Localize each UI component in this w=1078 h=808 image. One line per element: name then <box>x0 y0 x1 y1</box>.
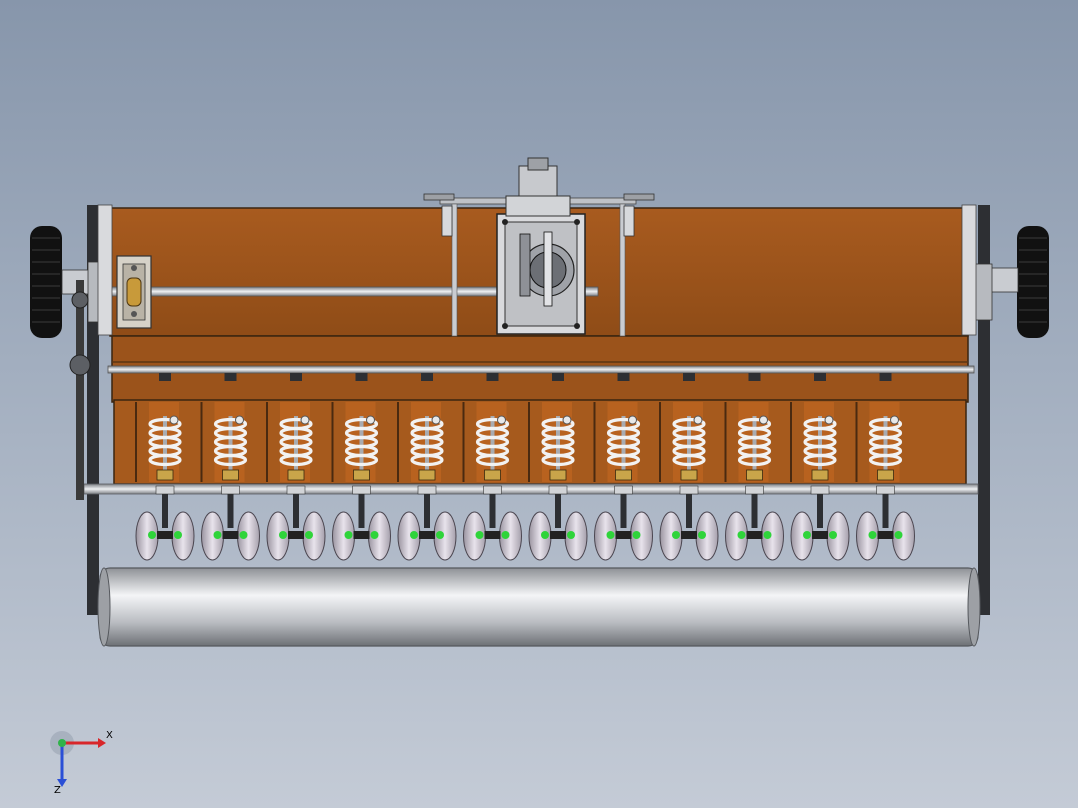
seeder-model[interactable] <box>0 0 1078 808</box>
disc-opener-icon[interactable] <box>725 485 784 561</box>
meter-unit <box>290 373 302 381</box>
bay-divider <box>200 402 203 482</box>
bay-divider <box>135 402 137 482</box>
disc-opener-icon[interactable] <box>332 485 391 561</box>
meter-unit <box>552 373 564 381</box>
right-side-plate <box>961 204 977 336</box>
bay-divider <box>266 402 268 482</box>
disc-opener-icon[interactable] <box>594 485 653 561</box>
disc-opener-icon[interactable] <box>201 485 260 561</box>
disc-opener-row <box>135 485 915 561</box>
disc-opener-icon[interactable] <box>856 485 915 561</box>
meter-unit <box>748 373 761 381</box>
bay-divider <box>790 402 792 482</box>
bay-divider <box>462 402 465 482</box>
bearing-icon[interactable] <box>116 255 152 329</box>
meter-unit <box>159 373 171 381</box>
gearbox-icon[interactable] <box>496 157 586 335</box>
bay-divider <box>724 402 727 482</box>
disc-opener-icon[interactable] <box>266 485 326 561</box>
meter-unit <box>355 373 368 381</box>
meter-unit <box>814 373 826 381</box>
roller-icon[interactable] <box>99 567 979 647</box>
axis-triad: X Z <box>50 730 113 795</box>
bay-divider <box>659 402 661 482</box>
metering-rail <box>107 365 975 374</box>
meter-unit <box>683 373 695 381</box>
cad-viewport[interactable]: X Z <box>0 0 1078 808</box>
bay-divider <box>397 402 399 482</box>
disc-opener-icon[interactable] <box>135 485 195 561</box>
handle-right[interactable] <box>623 193 655 201</box>
handle-left[interactable] <box>423 193 455 201</box>
clamp-right <box>623 205 635 237</box>
roller-right-end <box>967 567 981 647</box>
x-axis-label: X <box>106 730 113 741</box>
bay-divider <box>593 402 596 482</box>
roller-left-end <box>97 567 111 647</box>
z-axis-label: Z <box>54 785 61 795</box>
meter-unit <box>617 373 630 381</box>
x-axis-head <box>98 738 106 748</box>
disc-opener-icon[interactable] <box>659 485 719 561</box>
bay-divider <box>855 402 858 482</box>
disc-opener-icon[interactable] <box>790 485 850 561</box>
meter-unit <box>486 373 499 381</box>
clamp-left <box>441 205 453 237</box>
meter-unit <box>879 373 892 381</box>
meter-unit <box>224 373 237 381</box>
gearbox-mount-post-left <box>451 203 458 337</box>
meter-unit <box>421 373 433 381</box>
y-axis-dot <box>58 739 66 747</box>
disc-opener-icon[interactable] <box>528 485 588 561</box>
toolbar-shaft <box>83 483 979 495</box>
bay-divider <box>528 402 530 482</box>
bay-divider <box>331 402 334 482</box>
left-side-plate <box>97 204 113 336</box>
disc-opener-icon[interactable] <box>463 485 522 561</box>
disc-opener-icon[interactable] <box>397 485 457 561</box>
